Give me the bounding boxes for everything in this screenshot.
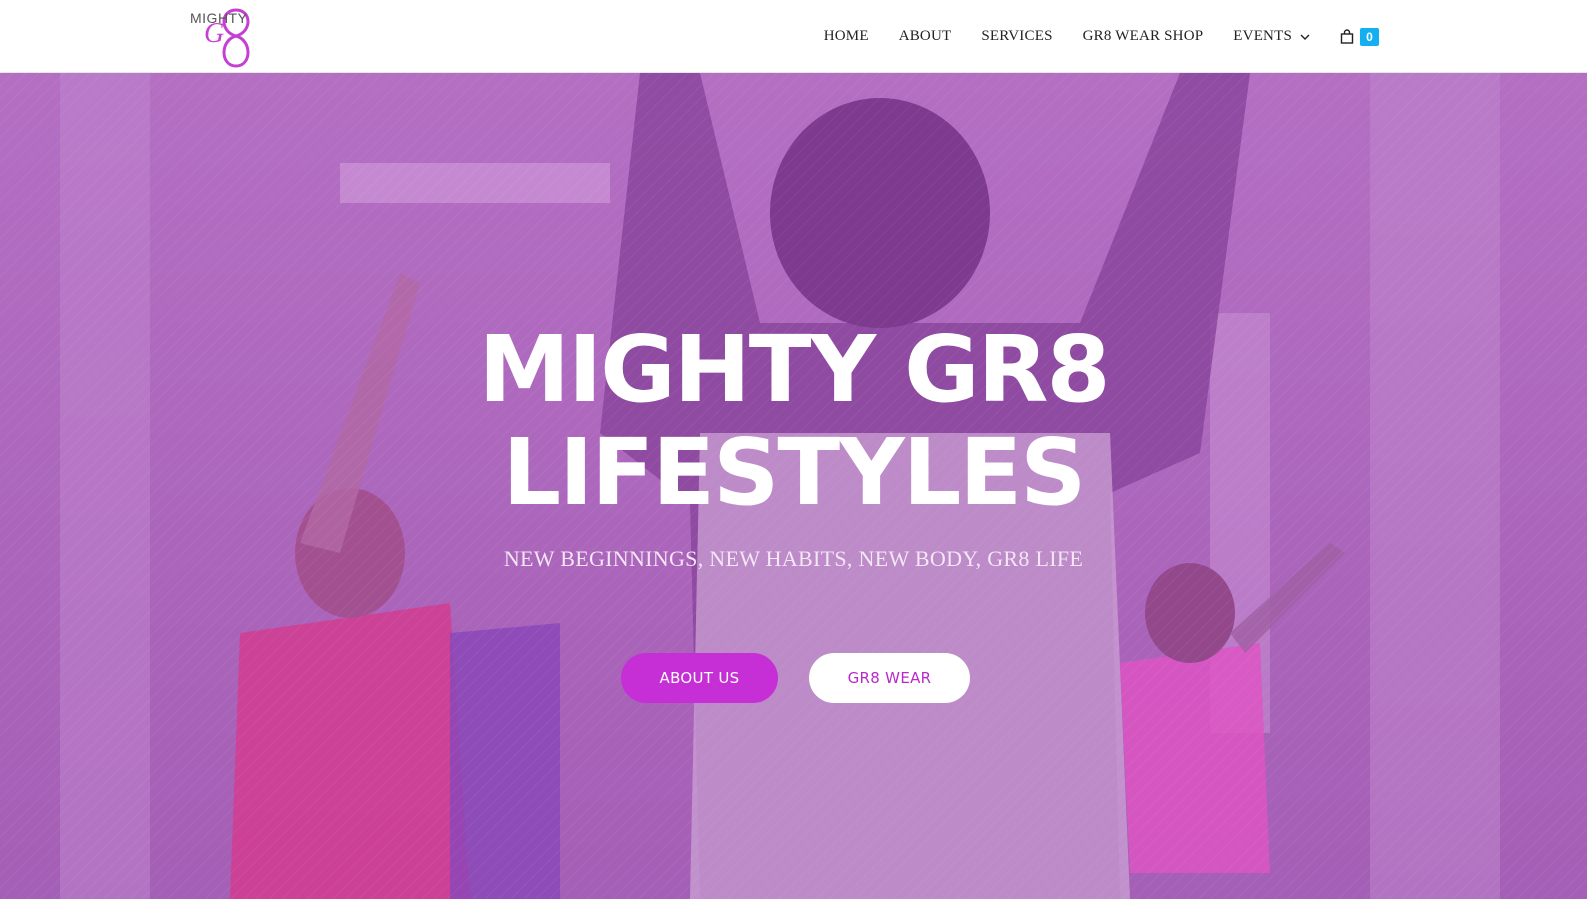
logo-wordmark: MIGHTY	[190, 10, 248, 26]
about-us-button[interactable]: ABOUT US	[621, 653, 778, 703]
nav-events[interactable]: EVENTS	[1218, 28, 1325, 45]
main-nav: HOME ABOUT SERVICES GR8 WEAR SHOP EVENTS…	[809, 0, 1379, 73]
nav-services[interactable]: SERVICES	[966, 28, 1067, 45]
hero-title-line-1: MIGHTY GR8	[478, 316, 1110, 423]
hero-section: MIGHTY GR8 LIFESTYLES NEW BEGINNINGS, NE…	[0, 73, 1587, 899]
shopping-bag-icon	[1340, 29, 1354, 44]
cart-count-badge: 0	[1360, 27, 1379, 46]
site-logo[interactable]: MIGHTY G	[190, 4, 262, 70]
chevron-down-icon	[1300, 34, 1310, 40]
nav-about-label: ABOUT	[898, 28, 952, 44]
nav-about[interactable]: ABOUT	[884, 28, 967, 45]
cart-button[interactable]: 0	[1340, 27, 1379, 46]
nav-gr8-wear-shop[interactable]: GR8 WEAR SHOP	[1068, 28, 1219, 45]
site-header: MIGHTY G HOME ABOUT SERVICES GR8 WEAR SH…	[0, 0, 1587, 73]
hero-subtitle: NEW BEGINNINGS, NEW HABITS, NEW BODY, GR…	[503, 546, 1084, 571]
nav-home[interactable]: HOME	[809, 28, 884, 45]
nav-events-label: EVENTS	[1233, 28, 1292, 44]
hero-title-line-2: LIFESTYLES	[502, 419, 1087, 526]
nav-home-label: HOME	[823, 28, 869, 44]
nav-shop-label: GR8 WEAR SHOP	[1082, 28, 1204, 44]
hero-title: MIGHTY GR8 LIFESTYLES	[0, 318, 1587, 524]
gr8-wear-button[interactable]: GR8 WEAR	[809, 653, 970, 703]
nav-services-label: SERVICES	[981, 28, 1053, 44]
